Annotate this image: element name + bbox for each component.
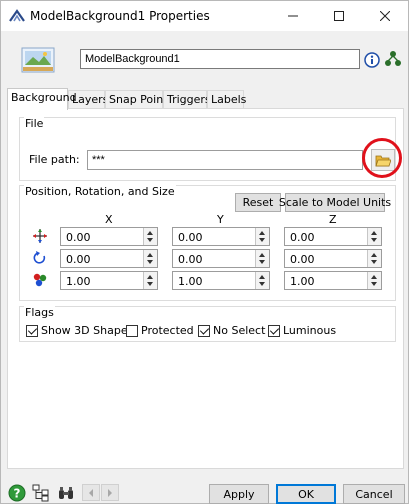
maximize-button[interactable] [316, 1, 362, 31]
title-bar: ModelBackground1 Properties [1, 1, 408, 31]
position-y-value: 0.00 [178, 231, 203, 244]
luminous-label: Luminous [283, 324, 337, 337]
no-select-checkbox[interactable]: No Select [198, 324, 265, 337]
position-x-spinbox[interactable]: 0.00 [60, 227, 158, 246]
window-title: ModelBackground1 Properties [30, 9, 210, 23]
scale-icon [33, 273, 47, 287]
reset-button[interactable]: Reset [235, 193, 281, 212]
no-select-check[interactable] [198, 324, 210, 337]
svg-text:?: ? [14, 487, 21, 501]
axis-header-y: Y [217, 213, 224, 226]
size-z-value: 1.00 [290, 275, 315, 288]
show-3d-shape-label: Show 3D Shape [41, 324, 128, 337]
object-tree-icon[interactable] [32, 484, 50, 502]
rotation-z-stepper[interactable] [367, 250, 381, 267]
position-z-spinbox[interactable]: 0.00 [284, 227, 382, 246]
info-icon[interactable] [364, 52, 380, 68]
position-z-stepper[interactable] [367, 228, 381, 245]
folder-open-icon [375, 155, 391, 166]
size-y-spinbox[interactable]: 1.00 [172, 271, 270, 290]
axis-header-z: Z [329, 213, 337, 226]
protected-checkbox[interactable]: Protected [126, 324, 194, 337]
luminous-check[interactable] [268, 324, 280, 337]
move-arrows-icon [33, 229, 47, 243]
scale-to-model-units-button[interactable]: Scale to Model Units [279, 193, 391, 212]
background-tab-panel: File File path: *** Position, Rotation, … [7, 108, 404, 469]
tab-labels[interactable]: Labels [207, 90, 246, 109]
size-y-value: 1.00 [178, 275, 203, 288]
position-z-value: 0.00 [290, 231, 315, 244]
size-x-stepper[interactable] [143, 272, 157, 289]
rotation-x-stepper[interactable] [143, 250, 157, 267]
size-z-stepper[interactable] [367, 272, 381, 289]
close-icon [380, 11, 390, 21]
binoculars-icon[interactable] [57, 484, 75, 502]
next-button[interactable] [101, 484, 119, 501]
rotation-z-value: 0.00 [290, 253, 315, 266]
minimize-button[interactable] [270, 1, 316, 31]
previous-button[interactable] [82, 484, 100, 501]
tab-triggers[interactable]: Triggers [163, 90, 211, 109]
position-x-value: 0.00 [66, 231, 91, 244]
axis-header-x: X [105, 213, 113, 226]
tab-snap-points[interactable]: Snap Points [105, 90, 173, 109]
protected-check[interactable] [126, 324, 138, 337]
protected-label: Protected [141, 324, 194, 337]
minimize-icon [288, 15, 298, 17]
luminous-checkbox[interactable]: Luminous [268, 324, 336, 337]
transform-group-title: Position, Rotation, and Size [24, 185, 176, 198]
position-y-stepper[interactable] [255, 228, 269, 245]
close-button[interactable] [362, 1, 408, 31]
object-name-input[interactable]: ModelBackground1 [80, 49, 360, 69]
ok-button[interactable]: OK [276, 484, 336, 504]
rotation-y-value: 0.00 [178, 253, 203, 266]
size-x-value: 1.00 [66, 275, 91, 288]
rotation-y-spinbox[interactable]: 0.00 [172, 249, 270, 268]
position-y-spinbox[interactable]: 0.00 [172, 227, 270, 246]
size-y-stepper[interactable] [255, 272, 269, 289]
size-z-spinbox[interactable]: 1.00 [284, 271, 382, 290]
size-x-spinbox[interactable]: 1.00 [60, 271, 158, 290]
rotation-y-stepper[interactable] [255, 250, 269, 267]
rotation-x-spinbox[interactable]: 0.00 [60, 249, 158, 268]
file-group-title: File [24, 117, 45, 130]
tab-background[interactable]: Background [7, 88, 77, 110]
show-3d-shape-checkbox[interactable]: Show 3D Shape [26, 324, 128, 337]
rotation-z-spinbox[interactable]: 0.00 [284, 249, 382, 268]
maximize-icon [334, 11, 344, 21]
help-icon[interactable]: ? [8, 484, 26, 502]
transform-group: Position, Rotation, and Size Reset Scale… [19, 185, 396, 301]
rotation-x-value: 0.00 [66, 253, 91, 266]
properties-window: ModelBackground1 Properties ModelBackgro… [0, 0, 409, 504]
rotate-icon [33, 251, 46, 264]
no-select-label: No Select [213, 324, 266, 337]
flags-group-title: Flags [24, 306, 55, 319]
flags-group: Flags Show 3D Shape Protected No Select … [19, 306, 396, 342]
apply-button[interactable]: Apply [209, 484, 269, 504]
model-background-image-icon [21, 47, 55, 73]
position-x-stepper[interactable] [143, 228, 157, 245]
file-path-label: File path: [29, 153, 80, 166]
cancel-button[interactable]: Cancel [343, 484, 405, 504]
arrow-right-icon [108, 488, 112, 497]
file-path-input[interactable]: *** [87, 150, 363, 170]
arrow-left-icon [89, 488, 93, 497]
flexsim-app-icon [9, 9, 25, 22]
show-3d-shape-check[interactable] [26, 324, 38, 337]
browse-file-button[interactable] [371, 149, 395, 171]
tree-view-icon[interactable] [384, 50, 402, 68]
file-group: File File path: *** [19, 117, 402, 181]
